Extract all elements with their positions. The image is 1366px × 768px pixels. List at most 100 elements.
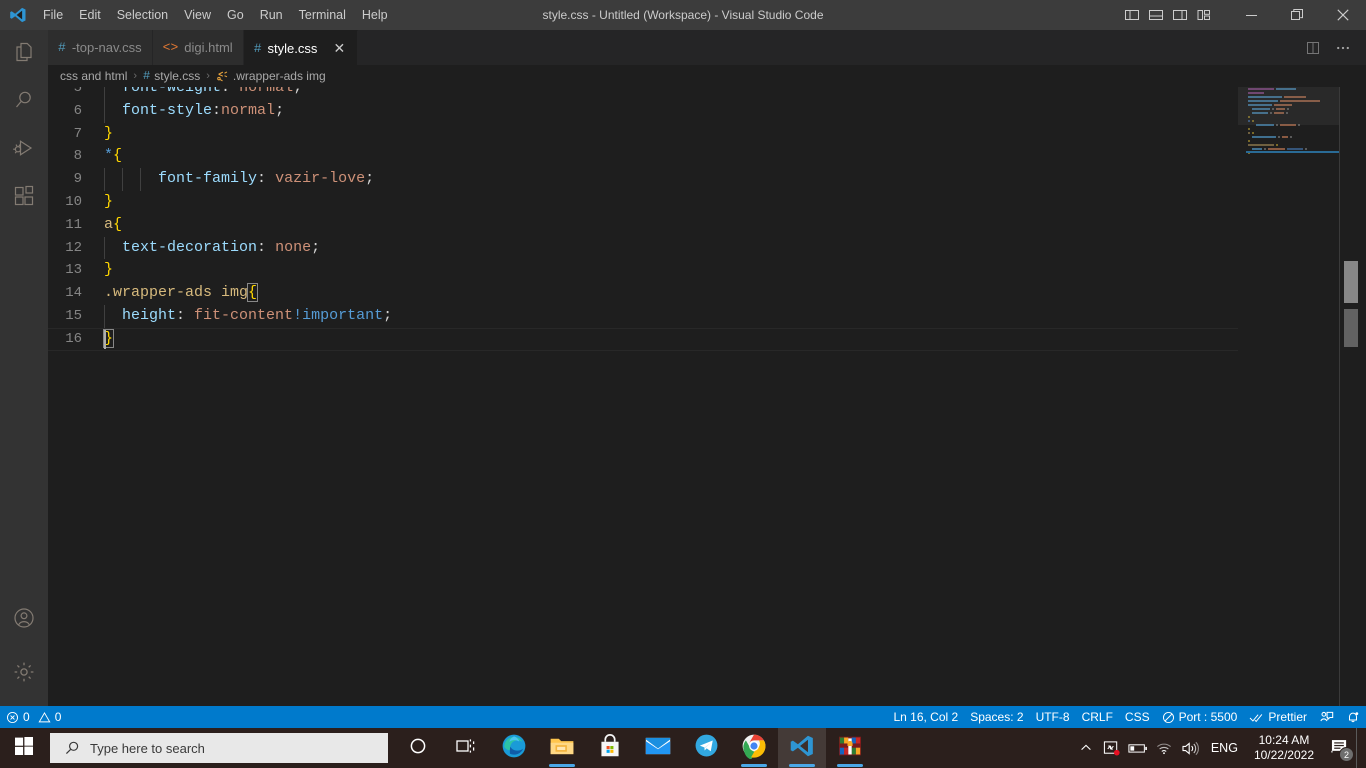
minimap-slider[interactable] [1238,87,1340,125]
menu-selection[interactable]: Selection [109,0,176,30]
toggle-primary-sidebar-button[interactable] [1120,0,1144,30]
editor-vertical-scrollbar[interactable] [1340,87,1366,706]
wifi-icon[interactable] [1151,728,1177,768]
code-line[interactable]: 7} [48,123,1238,146]
taskbar-mail[interactable] [634,728,682,768]
code-editor[interactable]: 5 font-weight: normal; 6 font-style:norma… [48,87,1366,706]
start-button[interactable] [0,728,48,768]
search-input[interactable]: Type here to search [50,733,388,763]
store-icon [598,733,622,763]
code-line[interactable]: 9 font-family: vazir-love; [48,168,1238,191]
code-line[interactable]: 8 *{ [48,145,1238,168]
code-line[interactable]: 16} [48,327,1238,351]
activitybar-item-search[interactable] [0,78,48,126]
tab-style-css[interactable]: # style.css ✕ [243,30,359,65]
language-mode-status[interactable]: CSS [1119,706,1156,728]
eol-status[interactable]: CRLF [1076,706,1119,728]
minimize-button[interactable] [1228,0,1274,30]
taskbar-google-chrome[interactable] [730,728,778,768]
toggle-secondary-sidebar-button[interactable] [1168,0,1192,30]
toggle-panel-button[interactable] [1144,0,1168,30]
menu-terminal[interactable]: Terminal [291,0,354,30]
code-line[interactable]: 5 font-weight: normal; [48,87,1238,100]
activitybar-item-accounts[interactable] [0,596,48,644]
scrollbar-thumb-secondary[interactable] [1344,309,1358,347]
code-token: a [104,215,114,233]
speaker-icon[interactable] [1177,728,1203,768]
breadcrumb-item-symbol[interactable]: .wrapper-ads img [216,69,326,83]
remote-feedback-status[interactable] [1313,706,1340,728]
activitybar-item-run-and-debug[interactable] [0,126,48,174]
editor-position-status[interactable]: Ln 16, Col 2 [887,706,964,728]
breadcrumb-item-file[interactable]: # style.css [143,69,200,83]
scrollbar-thumb[interactable] [1344,261,1358,303]
breadcrumb-item-folder[interactable]: css and html [60,69,127,83]
minimap-token [1263,148,1266,150]
menu-edit[interactable]: Edit [71,0,109,30]
code-token: ; [275,101,285,119]
code-token: font-family [158,170,258,188]
menu-go[interactable]: Go [219,0,252,30]
menu-view[interactable]: View [176,0,219,30]
menu-run[interactable]: Run [252,0,291,30]
matching-bracket: { [247,283,259,303]
menu-help[interactable]: Help [354,0,396,30]
activitybar-item-extensions[interactable] [0,174,48,222]
close-button[interactable] [1320,0,1366,30]
code-line[interactable]: 10} [48,191,1238,214]
gear-icon [12,660,36,689]
prettier-label: Prettier [1268,710,1307,724]
code-token: : [176,306,195,324]
battery-icon[interactable] [1125,728,1151,768]
breadcrumb-separator: › [133,70,138,82]
code-line[interactable]: 14 .wrapper-ads img{ [48,282,1238,305]
code-token: ; [311,238,321,256]
close-icon[interactable]: ✕ [331,40,347,57]
taskbar-task-view-button[interactable] [442,728,490,768]
line-content: font-weight: normal; [104,87,302,100]
taskbar-microsoft-edge[interactable] [490,728,538,768]
taskbar-cortana-button[interactable] [394,728,442,768]
prettier-status[interactable]: Prettier [1243,706,1313,728]
show-hidden-icons-button[interactable] [1073,728,1099,768]
taskbar-winrar[interactable] [826,728,874,768]
split-editor-icon[interactable] [1300,34,1326,62]
activitybar-item-explorer[interactable] [0,30,48,78]
code-lines[interactable]: 5 font-weight: normal; 6 font-style:norma… [48,87,1238,706]
notifications-status[interactable] [1340,706,1366,728]
live-server-port-status[interactable]: Port : 5500 [1156,706,1244,728]
onedrive-icon[interactable] [1099,728,1125,768]
ellipsis-icon[interactable] [1330,34,1356,62]
taskbar-microsoft-store[interactable] [586,728,634,768]
bell-dot-icon [1346,710,1360,724]
code-line[interactable]: 15 height: fit-content!important; [48,304,1238,328]
line-content: a{ [104,214,122,237]
maximize-button[interactable] [1274,0,1320,30]
code-line[interactable]: 12 text-decoration: none; [48,236,1238,260]
breadcrumb-separator: › [206,70,210,82]
input-language[interactable]: ENG [1203,741,1246,755]
taskbar-visual-studio-code[interactable] [778,728,826,768]
minimap[interactable] [1238,87,1340,706]
customize-layout-button[interactable] [1192,0,1216,30]
show-desktop-button[interactable] [1356,728,1362,768]
indentation-status[interactable]: Spaces: 2 [964,706,1029,728]
menu-file[interactable]: File [35,0,71,30]
tab--top-nav-css[interactable]: # -top-nav.css [48,30,153,65]
tab-digi-html[interactable]: <> digi.html [152,30,244,65]
encoding-status[interactable]: UTF-8 [1030,706,1076,728]
activitybar-item-settings[interactable] [0,650,48,698]
clock[interactable]: 10:24 AM 10/22/2022 [1246,733,1322,763]
problems-status[interactable]: 0 0 [0,706,67,728]
taskbar-file-explorer[interactable] [538,728,586,768]
code-line[interactable]: 6 font-style:normal; [48,99,1238,123]
search-icon [64,740,80,756]
code-token: : [257,238,276,256]
line-number: 10 [65,193,82,210]
code-line[interactable]: 11 a{ [48,214,1238,237]
action-center-button[interactable]: 2 [1322,728,1356,768]
taskbar-telegram[interactable] [682,728,730,768]
minimap-token [1282,136,1289,138]
code-line[interactable]: 13} [48,259,1238,282]
